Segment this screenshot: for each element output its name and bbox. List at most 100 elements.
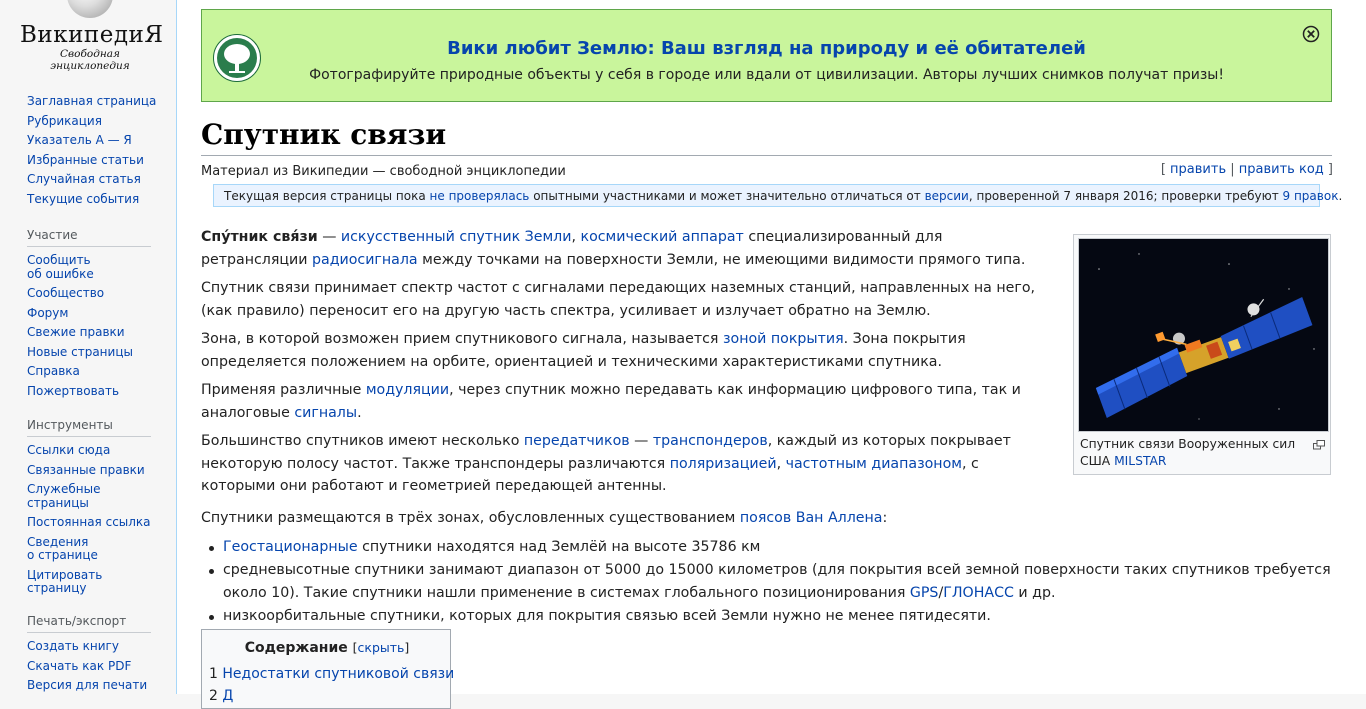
link-frequency-range[interactable]: частотным диапазоном: [786, 456, 962, 472]
toc-heading: Содержание: [244, 640, 348, 656]
toc-item[interactable]: 1 Недостатки спутниковой связи: [209, 666, 454, 682]
link-van-allen-belts[interactable]: поясов Ван Аллена: [740, 510, 883, 526]
toc-toggle[interactable]: [скрыть]: [353, 640, 410, 655]
edit-link[interactable]: править: [1170, 162, 1226, 177]
sidebar-item-printable-version[interactable]: Версия для печати: [27, 678, 162, 693]
sidebar-item-report-error[interactable]: Сообщить об ошибке: [27, 253, 162, 281]
toc-title: Содержание [скрыть]: [202, 640, 452, 656]
satellite-image[interactable]: [1078, 238, 1329, 432]
sidebar-item-download-pdf[interactable]: Скачать как PDF: [27, 659, 162, 674]
toc-link[interactable]: Д: [222, 688, 233, 704]
table-of-contents: Содержание [скрыть] 1 Недостатки спутник…: [201, 629, 454, 709]
enlarge-icon[interactable]: [1313, 435, 1325, 450]
sidebar-item-new-pages[interactable]: Новые страницы: [27, 345, 162, 360]
sidebar-item-create-book[interactable]: Создать книгу: [27, 639, 162, 654]
sidebar-item-donate[interactable]: Пожертвовать: [27, 384, 162, 399]
participation-portal: Участие Сообщить об ошибке Сообщество Фо…: [27, 228, 162, 404]
globe-logo-icon: [67, 0, 113, 18]
caption-text: Спутник связи Вооруженных сил США: [1080, 437, 1296, 468]
sidebar-item-current-events[interactable]: Текущие события: [27, 192, 162, 207]
sidebar-item-related-changes[interactable]: Связанные правки: [27, 463, 162, 478]
print-export-portal: Печать/экспорт Создать книгу Скачать как…: [27, 614, 162, 699]
link-coverage-zone[interactable]: зоной покрытия: [723, 331, 844, 347]
sidebar: ВикипедиЯ Свободная энциклопедия Заглавн…: [0, 0, 176, 694]
text: Зона, в которой возможен прием спутников…: [201, 331, 723, 347]
banner-text: Фотографируйте природные объекты у себя …: [309, 67, 1224, 83]
text: между точками на поверхности Земли, не и…: [417, 251, 1026, 268]
tools-heading: Инструменты: [27, 418, 151, 437]
edit-source-link[interactable]: править код: [1239, 162, 1324, 177]
review-text: , проверенной 7 января 2016; проверки тр…: [968, 189, 1283, 203]
participation-heading: Участие: [27, 228, 151, 247]
print-export-heading: Печать/экспорт: [27, 614, 151, 633]
sidebar-item-forum[interactable]: Форум: [27, 306, 162, 321]
sidebar-item-categories[interactable]: Рубрикация: [27, 114, 162, 129]
wikipedia-logo[interactable]: ВикипедиЯ Свободная энциклопедия: [20, 0, 163, 72]
central-notice-banner: Вики любит Землю: Ваш взгляд на природу …: [201, 9, 1332, 102]
link-geostationary[interactable]: Геостационарные: [223, 539, 358, 555]
sidebar-item-index[interactable]: Указатель А — Я: [27, 133, 162, 148]
sidebar-item-community[interactable]: Сообщество: [27, 286, 162, 301]
link-spacecraft[interactable]: космический аппарат: [581, 229, 744, 245]
pending-edits-link[interactable]: 9 правок: [1283, 189, 1339, 203]
banner-title-link[interactable]: Вики любит Землю: Ваш взгляд на природу …: [202, 38, 1331, 59]
sidebar-item-permanent-link[interactable]: Постоянная ссылка: [27, 515, 162, 530]
sidebar-item-what-links-here[interactable]: Ссылки сюда: [27, 443, 162, 458]
sidebar-item-main-page[interactable]: Заглавная страница: [27, 94, 162, 109]
not-reviewed-link[interactable]: не проверялась: [430, 189, 530, 203]
text: средневысотные спутники занимают диапазо…: [223, 562, 1331, 601]
link-signals[interactable]: сигналы: [294, 405, 357, 421]
text: :: [882, 510, 888, 526]
link-polarization[interactable]: поляризацией: [670, 456, 777, 472]
logo-tagline: Свободная энциклопедия: [50, 48, 130, 72]
list-item: Геостационарные спутники находятся над З…: [209, 536, 1336, 559]
sidebar-item-recent-changes[interactable]: Свежие правки: [27, 325, 162, 340]
review-text: Текущая версия страницы пока: [224, 189, 430, 203]
article-term: Спу́тник свя́зи: [201, 229, 318, 245]
link-radio-signal[interactable]: радиосигнала: [312, 252, 418, 268]
link-milstar[interactable]: MILSTAR: [1114, 454, 1166, 468]
review-status-notice: Текущая версия страницы пока не проверял…: [213, 184, 1342, 207]
text: Большинство спутников имеют несколько: [201, 433, 524, 449]
sidebar-item-featured[interactable]: Избранные статьи: [27, 153, 162, 168]
toc-bracket: ]: [404, 640, 410, 655]
edit-bracket-close: ]: [1327, 162, 1333, 177]
close-icon[interactable]: [1302, 25, 1320, 43]
article-body-lower: Спутники размещаются в трёх зонах, обусл…: [201, 507, 1336, 629]
sidebar-item-special-pages[interactable]: Служебные страницы: [27, 482, 162, 510]
edit-links: [ править | править код ]: [1161, 162, 1333, 177]
link-modulation[interactable]: модуляции: [366, 382, 449, 398]
text: спутники находятся над Землёй на высоте …: [357, 538, 761, 555]
sidebar-item-page-info[interactable]: Сведения о странице: [27, 535, 162, 563]
toc-item[interactable]: 2 Д: [209, 688, 233, 704]
toc-number: 2: [209, 688, 218, 704]
sidebar-item-random[interactable]: Случайная статья: [27, 172, 162, 187]
edit-bracket-open: [: [1160, 162, 1166, 177]
paragraph: Спутник связи принимает спектр частот с …: [201, 280, 1036, 319]
navigation-portal: Заглавная страница Рубрикация Указатель …: [27, 94, 162, 212]
paragraph: Спутники размещаются в трёх зонах, обусл…: [201, 507, 1336, 530]
sidebar-item-cite-page[interactable]: Цитировать страницу: [27, 568, 162, 596]
text: ,: [571, 229, 581, 245]
review-text: опытными участниками и может значительно…: [529, 189, 925, 203]
text: и др.: [1013, 584, 1056, 601]
orbit-zones-list: Геостационарные спутники находятся над З…: [201, 536, 1336, 628]
link-transponders[interactable]: транспондеров: [653, 433, 768, 449]
list-item: низкоорбитальные спутники, которых для п…: [209, 605, 1336, 628]
page-title: Спутник связи: [201, 117, 1332, 156]
text: .: [357, 404, 362, 421]
article-body: Спу́тник свя́зи — искусственный спутник …: [201, 226, 1051, 504]
review-text: .: [1338, 189, 1343, 203]
text: Применяя различные: [201, 382, 366, 398]
toc-hide-link[interactable]: скрыть: [358, 640, 405, 655]
link-gps[interactable]: GPS: [910, 585, 939, 601]
text: ,: [776, 455, 786, 472]
link-artificial-satellite[interactable]: искусственный спутник Земли: [341, 229, 572, 245]
toc-link[interactable]: Недостатки спутниковой связи: [222, 666, 454, 682]
content-area: Вики любит Землю: Ваш взгляд на природу …: [176, 0, 1366, 709]
reviewed-version-link[interactable]: версии: [925, 189, 969, 203]
link-glonass[interactable]: ГЛОНАСС: [943, 585, 1014, 601]
sidebar-item-help[interactable]: Справка: [27, 364, 162, 379]
toc-number: 1: [209, 666, 218, 682]
link-transmitters[interactable]: передатчиков: [524, 433, 630, 449]
